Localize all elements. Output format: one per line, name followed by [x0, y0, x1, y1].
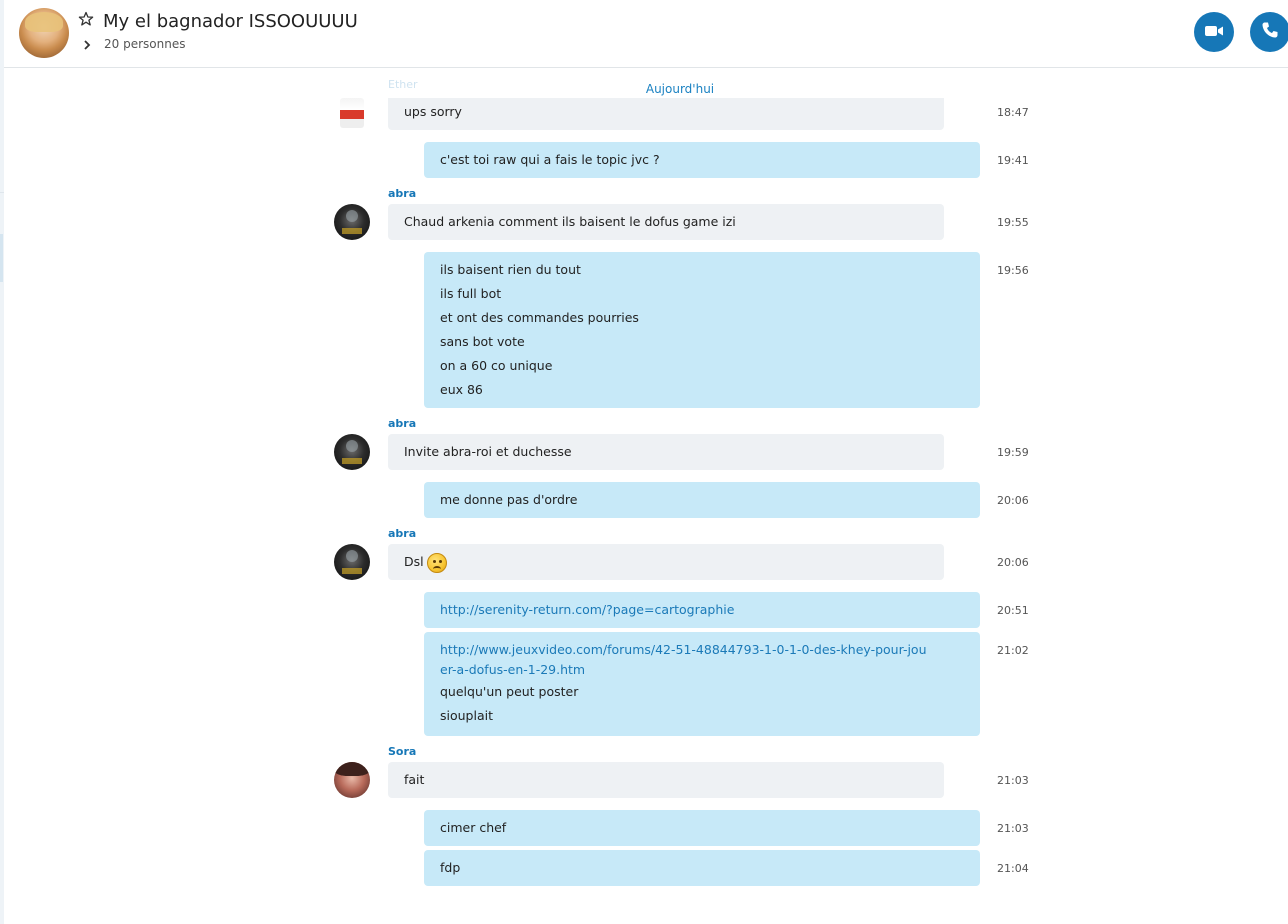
message-bubble[interactable]: ils baisent rien du tout ils full bot et… [424, 252, 980, 408]
message-time: 20:51 [997, 604, 1029, 617]
message-text: Dsl [404, 554, 424, 569]
message-time: 19:55 [997, 216, 1029, 229]
message-line: Dsl [404, 550, 928, 574]
phone-icon [1261, 21, 1279, 43]
message-text: siouplait [440, 708, 493, 723]
message-bubble[interactable]: me donne pas d'ordre [424, 482, 980, 518]
avatar[interactable] [334, 544, 370, 580]
message-time: 21:04 [997, 862, 1029, 875]
audio-call-button[interactable] [1250, 12, 1288, 52]
message-bubble[interactable]: fdp [424, 850, 980, 886]
message-link[interactable]: http://www.jeuxvideo.com/forums/42-51-48… [440, 640, 930, 680]
message-text: eux 86 [440, 382, 483, 397]
message-time: 21:02 [997, 644, 1029, 657]
message-bubble[interactable]: http://serenity-return.com/?page=cartogr… [424, 592, 980, 628]
message-text: ils full bot [440, 286, 502, 301]
avatar[interactable] [334, 762, 370, 798]
video-camera-icon [1204, 23, 1224, 42]
sad-face-emoji [426, 552, 447, 573]
sender-name[interactable]: abra [388, 527, 416, 540]
message-text: on a 60 co unique [440, 358, 553, 373]
avatar[interactable] [334, 434, 370, 470]
sender-name[interactable]: abra [388, 187, 416, 200]
message-bubble[interactable]: Dsl [388, 544, 944, 580]
message-time: 20:06 [997, 556, 1029, 569]
message-bubble[interactable]: ups sorry [388, 98, 944, 130]
conversation-title[interactable]: My el bagnador ISSOOUUUU [103, 11, 358, 32]
left-panel-edge [0, 0, 4, 924]
message-text: quelqu'un peut poster [440, 684, 579, 699]
star-outline-icon[interactable] [78, 11, 94, 27]
message-text: cimer chef [440, 820, 507, 835]
message-time: 18:47 [997, 106, 1029, 119]
message-time: 19:59 [997, 446, 1029, 459]
sender-name[interactable]: Sora [388, 745, 416, 758]
chevron-right-icon[interactable] [82, 36, 92, 50]
message-text: sans bot vote [440, 334, 525, 349]
message-text: c'est toi raw qui a fais le topic jvc ? [440, 152, 660, 167]
group-avatar[interactable] [19, 8, 69, 58]
message-time: 21:03 [997, 822, 1029, 835]
sender-name: Ether [388, 78, 418, 91]
participant-count[interactable]: 20 personnes [104, 37, 185, 51]
message-bubble[interactable]: http://www.jeuxvideo.com/forums/42-51-48… [424, 632, 980, 736]
message-text: fdp [440, 860, 461, 875]
message-bubble[interactable]: fait [388, 762, 944, 798]
date-separator: Aujourd'hui [645, 82, 715, 96]
message-bubble[interactable]: c'est toi raw qui a fais le topic jvc ? [424, 142, 980, 178]
message-time: 20:06 [997, 494, 1029, 507]
message-text: Invite abra-roi et duchesse [404, 444, 572, 459]
message-time: 19:41 [997, 154, 1029, 167]
message-time: 21:03 [997, 774, 1029, 787]
video-call-button[interactable] [1194, 12, 1234, 52]
message-bubble[interactable]: Invite abra-roi et duchesse [388, 434, 944, 470]
sender-name[interactable]: abra [388, 417, 416, 430]
message-bubble[interactable]: cimer chef [424, 810, 980, 846]
message-text: Chaud arkenia comment ils baisent le dof… [404, 214, 736, 229]
message-text: ils baisent rien du tout [440, 262, 581, 277]
avatar[interactable] [340, 98, 364, 128]
message-time: 19:56 [997, 264, 1029, 277]
message-text: ups sorry [404, 104, 462, 119]
message-link[interactable]: http://serenity-return.com/?page=cartogr… [440, 598, 964, 622]
message-text: me donne pas d'ordre [440, 492, 578, 507]
message-text: fait [404, 772, 425, 787]
message-text: et ont des commandes pourries [440, 310, 639, 325]
conversation-header: My el bagnador ISSOOUUUU 20 personnes [4, 0, 1288, 68]
avatar[interactable] [334, 204, 370, 240]
message-bubble[interactable]: Chaud arkenia comment ils baisent le dof… [388, 204, 944, 240]
